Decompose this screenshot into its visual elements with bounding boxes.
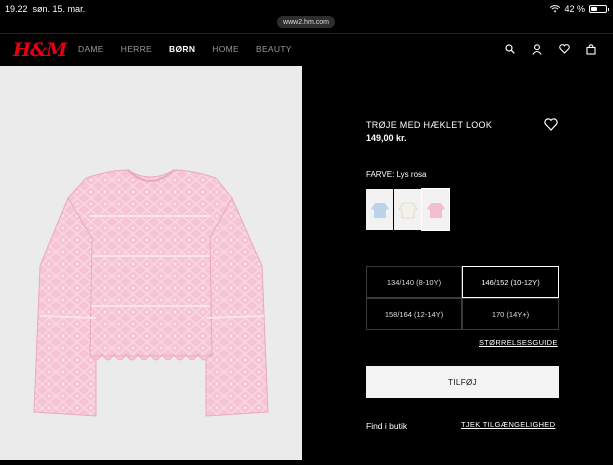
- size-option[interactable]: 158/164 (12-14Y): [366, 298, 462, 330]
- status-right: 42 %: [550, 4, 609, 14]
- nav-item-herre[interactable]: HERRE: [121, 44, 152, 54]
- color-swatches: [366, 188, 450, 231]
- color-label: FARVE: Lys rosa: [366, 170, 427, 179]
- url-bar[interactable]: www2.hm.com: [277, 16, 335, 28]
- sweater-thumb-icon: [398, 202, 417, 218]
- size-selector: 134/140 (8-10Y) 146/152 (10-12Y) 158/164…: [366, 266, 559, 330]
- wifi-icon: [550, 5, 561, 13]
- add-to-bag-button[interactable]: TILFØJ: [366, 366, 559, 398]
- product-title: TRØJE MED HÆKLET LOOK: [366, 120, 493, 130]
- hm-logo[interactable]: H&M: [13, 39, 67, 61]
- battery-icon: [589, 5, 609, 13]
- product-price: 149,00 kr.: [366, 133, 407, 143]
- bag-icon[interactable]: [585, 43, 597, 55]
- sweater-image: [33, 169, 269, 417]
- product-image[interactable]: [0, 66, 302, 460]
- status-time: 19.22 søn. 15. mar.: [5, 4, 86, 14]
- size-option[interactable]: 134/140 (8-10Y): [366, 266, 462, 298]
- header-icons: [504, 43, 597, 55]
- swatch-light-blue[interactable]: [366, 189, 393, 230]
- account-icon[interactable]: [531, 43, 543, 55]
- sweater-thumb-icon: [426, 202, 445, 218]
- nav-item-beauty[interactable]: BEAUTY: [256, 44, 292, 54]
- swatch-light-pink[interactable]: [421, 188, 450, 231]
- favorite-heart-icon[interactable]: [544, 118, 558, 131]
- search-icon[interactable]: [504, 43, 516, 55]
- check-availability-link[interactable]: TJEK TILGÆNGELIGHED: [461, 420, 555, 429]
- size-option[interactable]: 170 (14Y+): [462, 298, 559, 330]
- url-text: www2.hm.com: [283, 18, 329, 26]
- battery-percent: 42 %: [564, 4, 585, 14]
- main-nav: DAME HERRE BØRN HOME BEAUTY: [78, 44, 309, 54]
- swatch-white[interactable]: [394, 189, 421, 230]
- size-option[interactable]: 146/152 (10-12Y): [462, 266, 559, 298]
- find-in-store-label: Find i butik: [366, 421, 408, 431]
- favorites-icon[interactable]: [558, 43, 570, 55]
- sweater-thumb-icon: [370, 202, 389, 218]
- site-header: H&M DAME HERRE BØRN HOME BEAUTY: [0, 34, 613, 66]
- size-guide-link[interactable]: STØRRELSESGUIDE: [479, 338, 558, 347]
- nav-item-dame[interactable]: DAME: [78, 44, 104, 54]
- nav-item-home[interactable]: HOME: [212, 44, 239, 54]
- nav-item-born[interactable]: BØRN: [169, 44, 195, 54]
